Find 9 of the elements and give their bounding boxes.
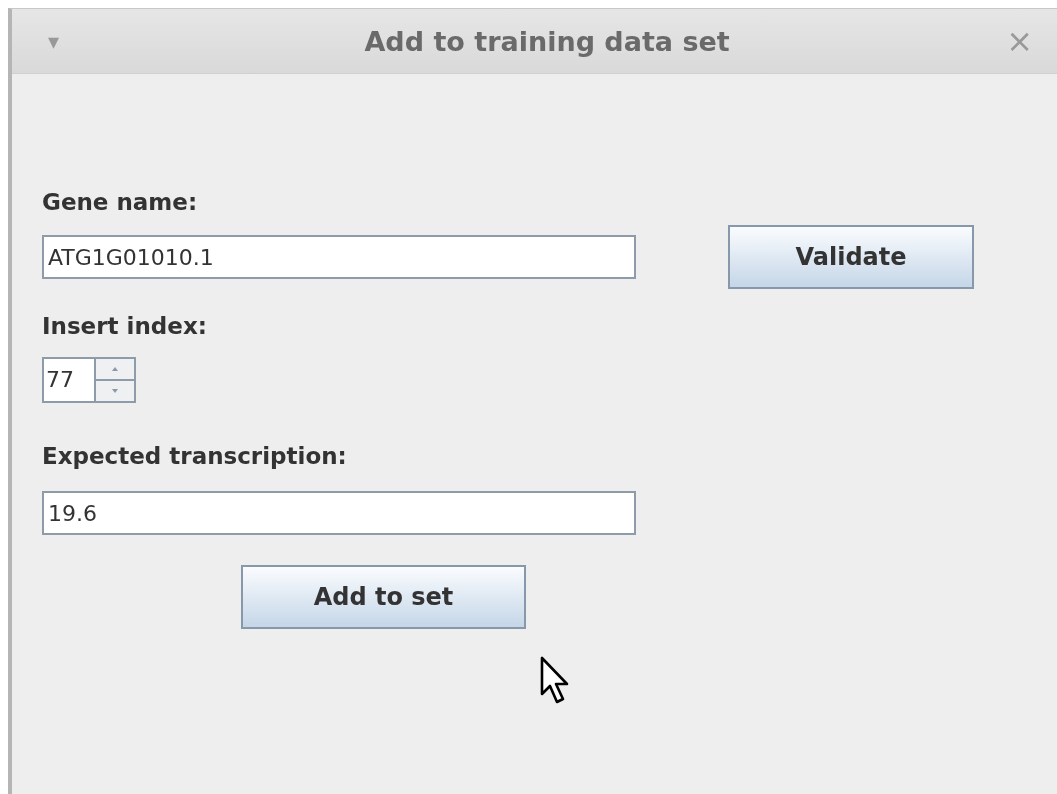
gene-name-field[interactable]: ATG1G01010.1 [42, 235, 636, 279]
field-label: Expected transcription: [42, 443, 347, 469]
validate-button[interactable]: Validate [728, 225, 974, 289]
field-label: Insert index: [42, 313, 207, 339]
field-label: Gene name: [42, 189, 198, 215]
index-spinner[interactable]: 77 [42, 357, 136, 403]
window-title: Add to training data set [363, 25, 731, 57]
transcription-field[interactable]: 19.6 [42, 491, 636, 535]
add-to-set-button[interactable]: Add to set [241, 565, 526, 629]
